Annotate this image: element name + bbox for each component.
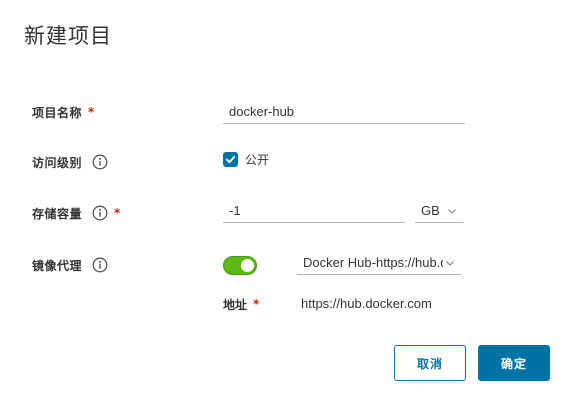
mirror-proxy-label: 镜像代理 xyxy=(32,255,108,275)
cancel-button[interactable]: 取消 xyxy=(394,345,466,381)
dialog-title: 新建项目 xyxy=(24,24,112,48)
storage-capacity-label-text: 存储容量 xyxy=(32,206,83,221)
storage-capacity-label: 存储容量 * xyxy=(32,203,120,223)
access-level-label: 访问级别 xyxy=(32,152,108,172)
mirror-proxy-toggle[interactable] xyxy=(223,256,257,275)
checkmark-icon xyxy=(225,155,236,164)
required-mark: * xyxy=(88,105,95,119)
required-mark: * xyxy=(253,297,260,311)
project-name-label-text: 项目名称 xyxy=(32,105,83,120)
project-name-input[interactable] xyxy=(223,100,465,124)
project-name-label: 项目名称 * xyxy=(32,102,94,122)
mirror-proxy-label-text: 镜像代理 xyxy=(32,258,83,273)
public-checkbox-label[interactable]: 公开 xyxy=(245,151,269,168)
toggle-knob xyxy=(241,259,254,272)
address-label-text: 地址 xyxy=(223,297,248,312)
storage-capacity-input[interactable] xyxy=(223,199,405,223)
access-level-label-text: 访问级别 xyxy=(32,155,83,170)
required-mark: * xyxy=(114,206,121,220)
confirm-button[interactable]: 确定 xyxy=(478,345,550,381)
chevron-down-icon xyxy=(448,208,456,214)
address-value: https://hub.docker.com xyxy=(301,296,432,311)
registry-value: Docker Hub-https://hub.docker.com xyxy=(303,255,443,270)
public-checkbox[interactable] xyxy=(223,152,238,167)
info-icon[interactable] xyxy=(92,154,108,170)
address-label: 地址 * xyxy=(223,294,259,314)
storage-unit-select[interactable]: GB xyxy=(415,199,463,223)
storage-unit-value: GB xyxy=(421,203,440,218)
info-icon[interactable] xyxy=(92,205,108,221)
registry-select[interactable]: Docker Hub-https://hub.docker.com xyxy=(297,251,461,275)
chevron-down-icon xyxy=(446,260,454,266)
info-icon[interactable] xyxy=(92,257,108,273)
